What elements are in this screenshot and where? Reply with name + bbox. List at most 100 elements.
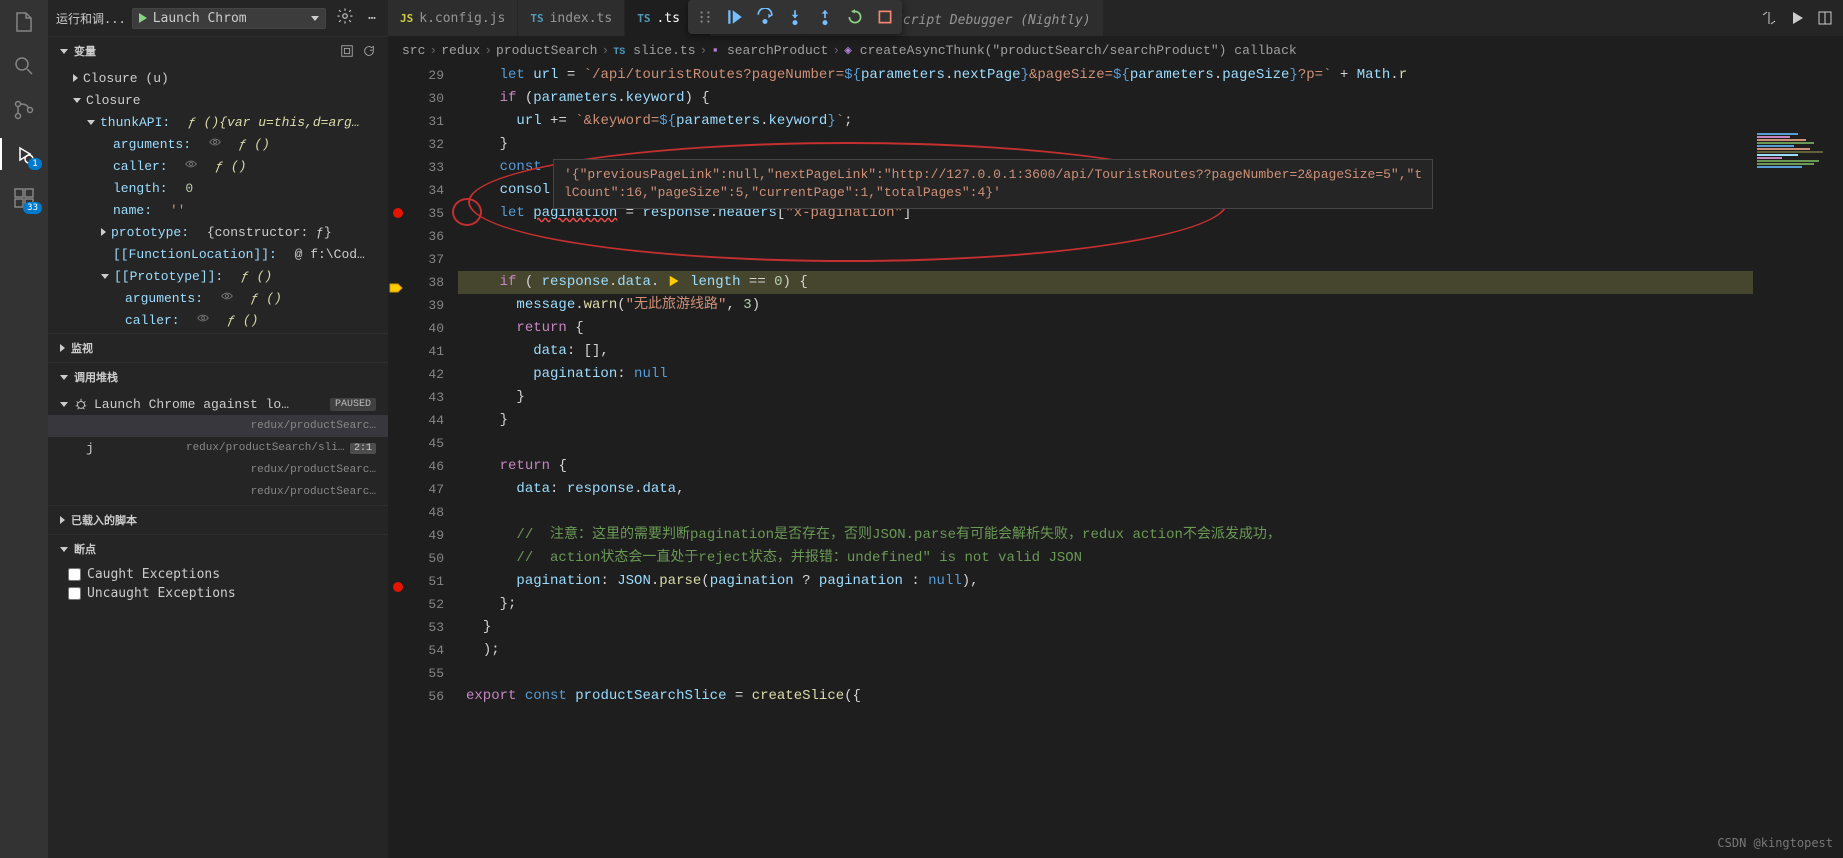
- debug-toolbar: [688, 0, 902, 34]
- uncaught-exceptions-checkbox[interactable]: Uncaught Exceptions: [48, 584, 388, 603]
- chevron-down-icon: [311, 16, 319, 21]
- callstack-frame[interactable]: redux/productSearc…: [48, 481, 388, 503]
- callstack-thread[interactable]: Launch Chrome against lo… PAUSED: [48, 393, 388, 415]
- tab-1[interactable]: TSindex.ts: [518, 0, 625, 36]
- current-line-arrow: [388, 280, 404, 296]
- breakpoints-header[interactable]: 断点: [48, 535, 388, 563]
- tab-0[interactable]: JSk.config.js: [388, 0, 518, 36]
- watch-panel-header[interactable]: 监视: [48, 334, 388, 362]
- collapse-icon[interactable]: [340, 44, 354, 58]
- code-line-48[interactable]: [458, 501, 1843, 524]
- tab-bar: JSk.config.jsTSindex.tsTS.ts✕JSraf.js☰扩展…: [388, 0, 1843, 36]
- code-line-53[interactable]: }: [458, 616, 1843, 639]
- continue-button[interactable]: [726, 8, 744, 26]
- code-line-43[interactable]: }: [458, 386, 1843, 409]
- breadcrumbs[interactable]: src›redux›productSearch›TS slice.ts›▪ se…: [388, 36, 1843, 64]
- code-line-38[interactable]: if ( response.data. length == 0) {: [458, 271, 1843, 294]
- breadcrumb-item[interactable]: src: [402, 43, 425, 58]
- run-debug-label: 运行和调...: [56, 10, 126, 27]
- gear-icon[interactable]: [332, 3, 358, 33]
- code-line-44[interactable]: }: [458, 409, 1843, 432]
- explorer-icon[interactable]: [12, 10, 36, 34]
- code-line-54[interactable]: );: [458, 639, 1843, 662]
- bug-icon: [74, 397, 88, 411]
- debug-badge: 1: [28, 158, 42, 170]
- closure-row[interactable]: Closure: [48, 89, 388, 111]
- code-line-51[interactable]: pagination: JSON.parse(pagination ? pagi…: [458, 570, 1843, 593]
- search-icon[interactable]: [12, 54, 36, 78]
- step-over-button[interactable]: [756, 8, 774, 26]
- breadcrumb-item[interactable]: TS slice.ts: [613, 43, 695, 58]
- name-row[interactable]: name: '': [48, 199, 388, 221]
- code-line-46[interactable]: return {: [458, 455, 1843, 478]
- code-line-31[interactable]: url += `&keyword=${parameters.keyword}`;: [458, 110, 1843, 133]
- refresh-icon[interactable]: [362, 44, 376, 58]
- closure-u-row[interactable]: Closure (u): [48, 67, 388, 89]
- more-icon[interactable]: ⋯: [364, 7, 380, 30]
- prototype-row[interactable]: prototype: {constructor: ƒ}: [48, 221, 388, 243]
- breadcrumb-item[interactable]: ◈ createAsyncThunk("productSearch/search…: [844, 43, 1297, 58]
- callstack-panel-header[interactable]: 调用堆栈: [48, 363, 388, 391]
- drag-handle-icon[interactable]: [696, 8, 714, 26]
- run-icon[interactable]: [1789, 10, 1805, 26]
- line-number-gutter: 2930313233343536373839404142434445464748…: [408, 64, 458, 858]
- code-line-49[interactable]: // 注意：这里的需要判断pagination是否存在，否则JSON.parse…: [458, 524, 1843, 547]
- code-line-50[interactable]: // action状态会一直处于reject状态，并报错：undefined" …: [458, 547, 1843, 570]
- restart-button[interactable]: [846, 8, 864, 26]
- breakpoint-gutter[interactable]: [388, 64, 408, 858]
- code-line-32[interactable]: }: [458, 133, 1843, 156]
- caller-row[interactable]: caller: ƒ (): [48, 155, 388, 177]
- chevron-down-icon: [60, 49, 68, 54]
- step-into-button[interactable]: [786, 8, 804, 26]
- code-line-30[interactable]: if (parameters.keyword) {: [458, 87, 1843, 110]
- breadcrumb-item[interactable]: productSearch: [496, 43, 597, 58]
- code-line-36[interactable]: [458, 225, 1843, 248]
- callstack-frame[interactable]: redux/productSearc…: [48, 415, 388, 437]
- loaded-scripts-header[interactable]: 已载入的脚本: [48, 506, 388, 534]
- code-line-39[interactable]: message.warn("无此旅游线路", 3): [458, 294, 1843, 317]
- code-line-29[interactable]: let url = `/api/touristRoutes?pageNumber…: [458, 64, 1843, 87]
- code-line-47[interactable]: data: response.data,: [458, 478, 1843, 501]
- function-location-row[interactable]: [[FunctionLocation]]: @ f:\Cod…: [48, 243, 388, 265]
- code-line-55[interactable]: [458, 662, 1843, 685]
- watermark: CSDN @kingtopest: [1717, 836, 1833, 850]
- caught-exceptions-checkbox[interactable]: Caught Exceptions: [48, 565, 388, 584]
- launch-config-selector[interactable]: Launch Chrom: [132, 8, 326, 29]
- prototype-slot-row[interactable]: [[Prototype]]: ƒ (): [48, 265, 388, 287]
- extensions-badge: 33: [23, 202, 42, 214]
- thunkapi-row[interactable]: thunkAPI: ƒ (){var u=this,d=arg…: [48, 111, 388, 133]
- breakpoint-dot[interactable]: [393, 582, 403, 592]
- arguments-row[interactable]: arguments: ƒ (): [48, 133, 388, 155]
- breadcrumb-item[interactable]: ▪ searchProduct: [711, 43, 828, 58]
- length-row[interactable]: length: 0: [48, 177, 388, 199]
- paused-badge: PAUSED: [330, 398, 376, 411]
- breakpoint-dot[interactable]: [393, 208, 403, 218]
- code-line-42[interactable]: pagination: null: [458, 363, 1843, 386]
- extensions-icon[interactable]: 33: [12, 186, 36, 210]
- code-editor[interactable]: '{"previousPageLink":null,"nextPageLink"…: [458, 64, 1843, 858]
- code-line-41[interactable]: data: [],: [458, 340, 1843, 363]
- code-line-45[interactable]: [458, 432, 1843, 455]
- step-out-button[interactable]: [816, 8, 834, 26]
- caller2-row[interactable]: caller: ƒ (): [48, 309, 388, 331]
- arguments2-row[interactable]: arguments: ƒ (): [48, 287, 388, 309]
- callstack-frame[interactable]: redux/productSearc…: [48, 459, 388, 481]
- eye-icon: [185, 158, 197, 174]
- code-line-56[interactable]: export const productSearchSlice = create…: [458, 685, 1843, 708]
- stop-button[interactable]: [876, 8, 894, 26]
- code-line-40[interactable]: return {: [458, 317, 1843, 340]
- source-control-icon[interactable]: [12, 98, 36, 122]
- code-line-52[interactable]: };: [458, 593, 1843, 616]
- variables-panel-header[interactable]: 变量: [48, 37, 388, 65]
- callstack-frame[interactable]: jredux/productSearch/slice.ts2:1: [48, 437, 388, 459]
- eye-icon: [209, 136, 221, 152]
- breadcrumb-item[interactable]: redux: [441, 43, 480, 58]
- minimap[interactable]: [1753, 128, 1843, 528]
- eye-icon: [221, 290, 233, 306]
- split-icon[interactable]: [1817, 10, 1833, 26]
- activity-bar: 1 33: [0, 0, 48, 858]
- compare-icon[interactable]: [1761, 10, 1777, 26]
- debug-icon[interactable]: 1: [12, 142, 36, 166]
- debug-header: 运行和调... Launch Chrom ⋯: [48, 0, 388, 36]
- code-line-37[interactable]: [458, 248, 1843, 271]
